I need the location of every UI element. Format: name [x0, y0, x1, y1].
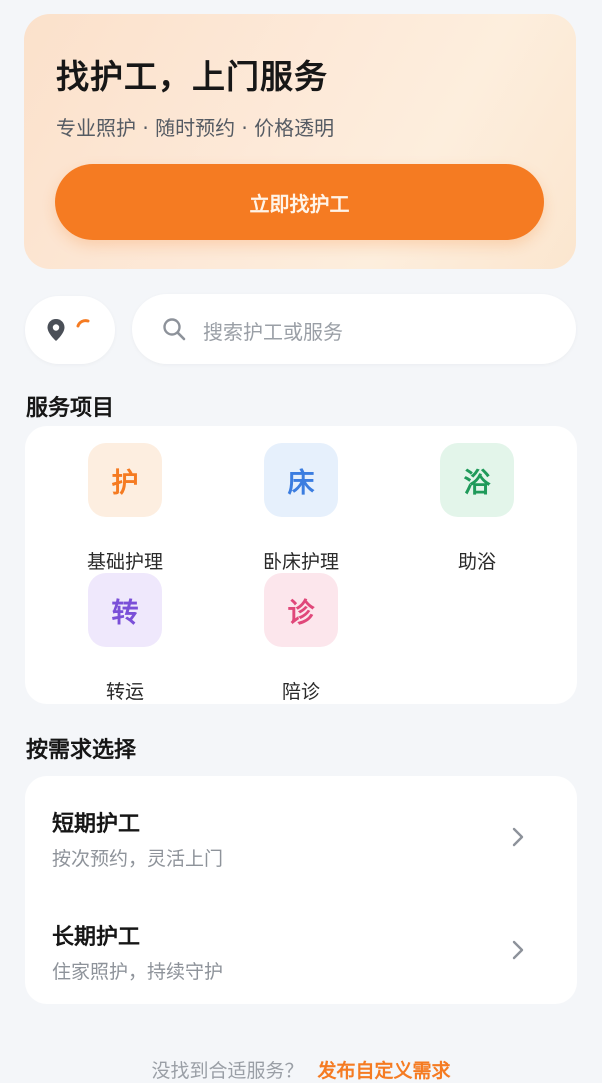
- loading-spinner-icon: [76, 319, 90, 328]
- need-long-term[interactable]: 长期护工 住家照护，持续守护: [25, 893, 577, 993]
- services-section-title: 服务项目: [26, 396, 115, 421]
- needs-section-title: 按需求选择: [26, 738, 137, 763]
- need-description: 住家照护，持续守护: [52, 961, 224, 983]
- bathing-assist-icon: 浴: [440, 443, 514, 517]
- search-input[interactable]: 搜索护工或服务: [132, 294, 576, 364]
- service-medical-escort[interactable]: 诊 陪诊: [235, 573, 365, 703]
- hero-subtitle: 专业照护 · 随时预约 · 价格透明: [56, 116, 335, 140]
- hero-title: 找护工，上门服务: [56, 57, 328, 96]
- find-caregiver-button[interactable]: 立即找护工: [55, 164, 544, 240]
- service-label: 基础护理: [86, 551, 163, 573]
- chevron-right-icon: [512, 827, 524, 847]
- transfer-icon: 转: [88, 573, 162, 647]
- search-icon: [163, 318, 186, 341]
- service-bathing-assist[interactable]: 浴 助浴: [411, 443, 541, 573]
- need-title: 长期护工: [52, 925, 141, 950]
- hero-banner: 找护工，上门服务 专业照护 · 随时预约 · 价格透明 立即找护工: [24, 14, 576, 269]
- publish-custom-request-link[interactable]: 发布自定义需求: [318, 1060, 451, 1082]
- service-label: 助浴: [457, 551, 496, 573]
- service-bedridden-care[interactable]: 床 卧床护理: [235, 443, 365, 573]
- search-placeholder: 搜索护工或服务: [203, 320, 343, 344]
- chevron-right-icon: [512, 940, 524, 960]
- service-label: 卧床护理: [262, 551, 339, 573]
- footer-prompt-text: 没找到合适服务？: [151, 1060, 304, 1082]
- location-selector[interactable]: [25, 296, 115, 364]
- need-description: 按次预约，灵活上门: [52, 848, 224, 870]
- service-basic-care[interactable]: 护 基础护理: [59, 443, 189, 573]
- need-short-term[interactable]: 短期护工 按次预约，灵活上门: [25, 780, 577, 880]
- service-label: 陪诊: [281, 681, 320, 703]
- services-card: 护 基础护理 床 卧床护理 浴 助浴 转 转运 诊 陪诊: [25, 426, 577, 704]
- bedridden-care-icon: 床: [264, 443, 338, 517]
- basic-care-icon: 护: [88, 443, 162, 517]
- needs-card: 短期护工 按次预约，灵活上门 长期护工 住家照护，持续守护: [25, 776, 577, 1004]
- location-pin-icon: [47, 319, 65, 341]
- need-title: 短期护工: [52, 812, 141, 837]
- service-label: 转运: [105, 681, 144, 703]
- medical-escort-icon: 诊: [264, 573, 338, 647]
- footer-prompt: 没找到合适服务？ 发布自定义需求: [0, 1056, 602, 1083]
- service-transfer[interactable]: 转 转运: [59, 573, 189, 703]
